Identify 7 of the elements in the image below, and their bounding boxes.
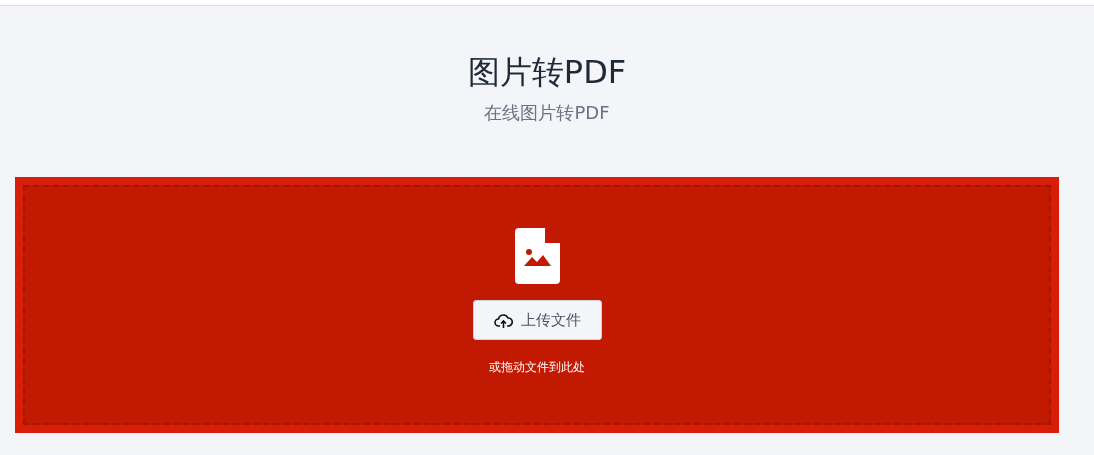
cloud-upload-icon xyxy=(493,312,513,328)
upload-dropzone[interactable]: 上传文件 或拖动文件到此处 xyxy=(15,177,1059,433)
upload-button[interactable]: 上传文件 xyxy=(472,299,602,341)
drop-hint: 或拖动文件到此处 xyxy=(489,359,585,377)
image-file-icon xyxy=(514,227,560,284)
page-subtitle: 在线图片转PDF xyxy=(484,101,610,125)
page-title: 图片转PDF xyxy=(467,52,627,93)
